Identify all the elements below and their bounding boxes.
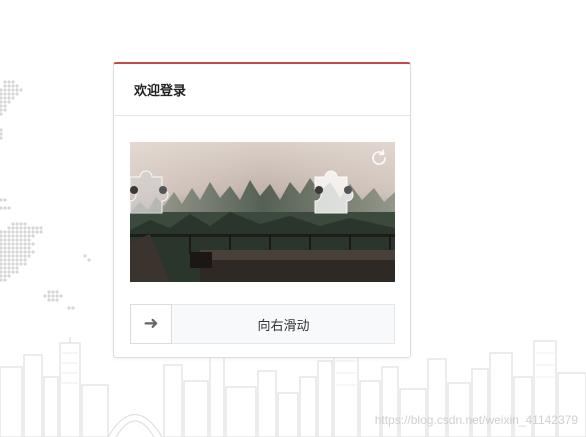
world-map-decoration [0, 80, 91, 310]
arrow-right-icon: ➜ [143, 313, 159, 334]
slider-track[interactable]: ➜ 向右滑动 [130, 304, 395, 344]
captcha-image [130, 142, 395, 282]
refresh-icon[interactable] [369, 148, 389, 168]
captcha-background-photo [130, 142, 395, 282]
captcha-puzzle-gap [314, 170, 354, 214]
slider-handle[interactable]: ➜ [130, 304, 172, 344]
watermark: https://blog.csdn.net/weixin_41142379 [374, 413, 578, 427]
captcha-puzzle-piece[interactable] [130, 170, 169, 214]
login-card-header: 欢迎登录 [114, 64, 410, 116]
login-title: 欢迎登录 [134, 84, 187, 99]
slider-hint-text: 向右滑动 [257, 318, 310, 334]
login-card: 欢迎登录 ➜ 向右滑动 [113, 62, 411, 358]
